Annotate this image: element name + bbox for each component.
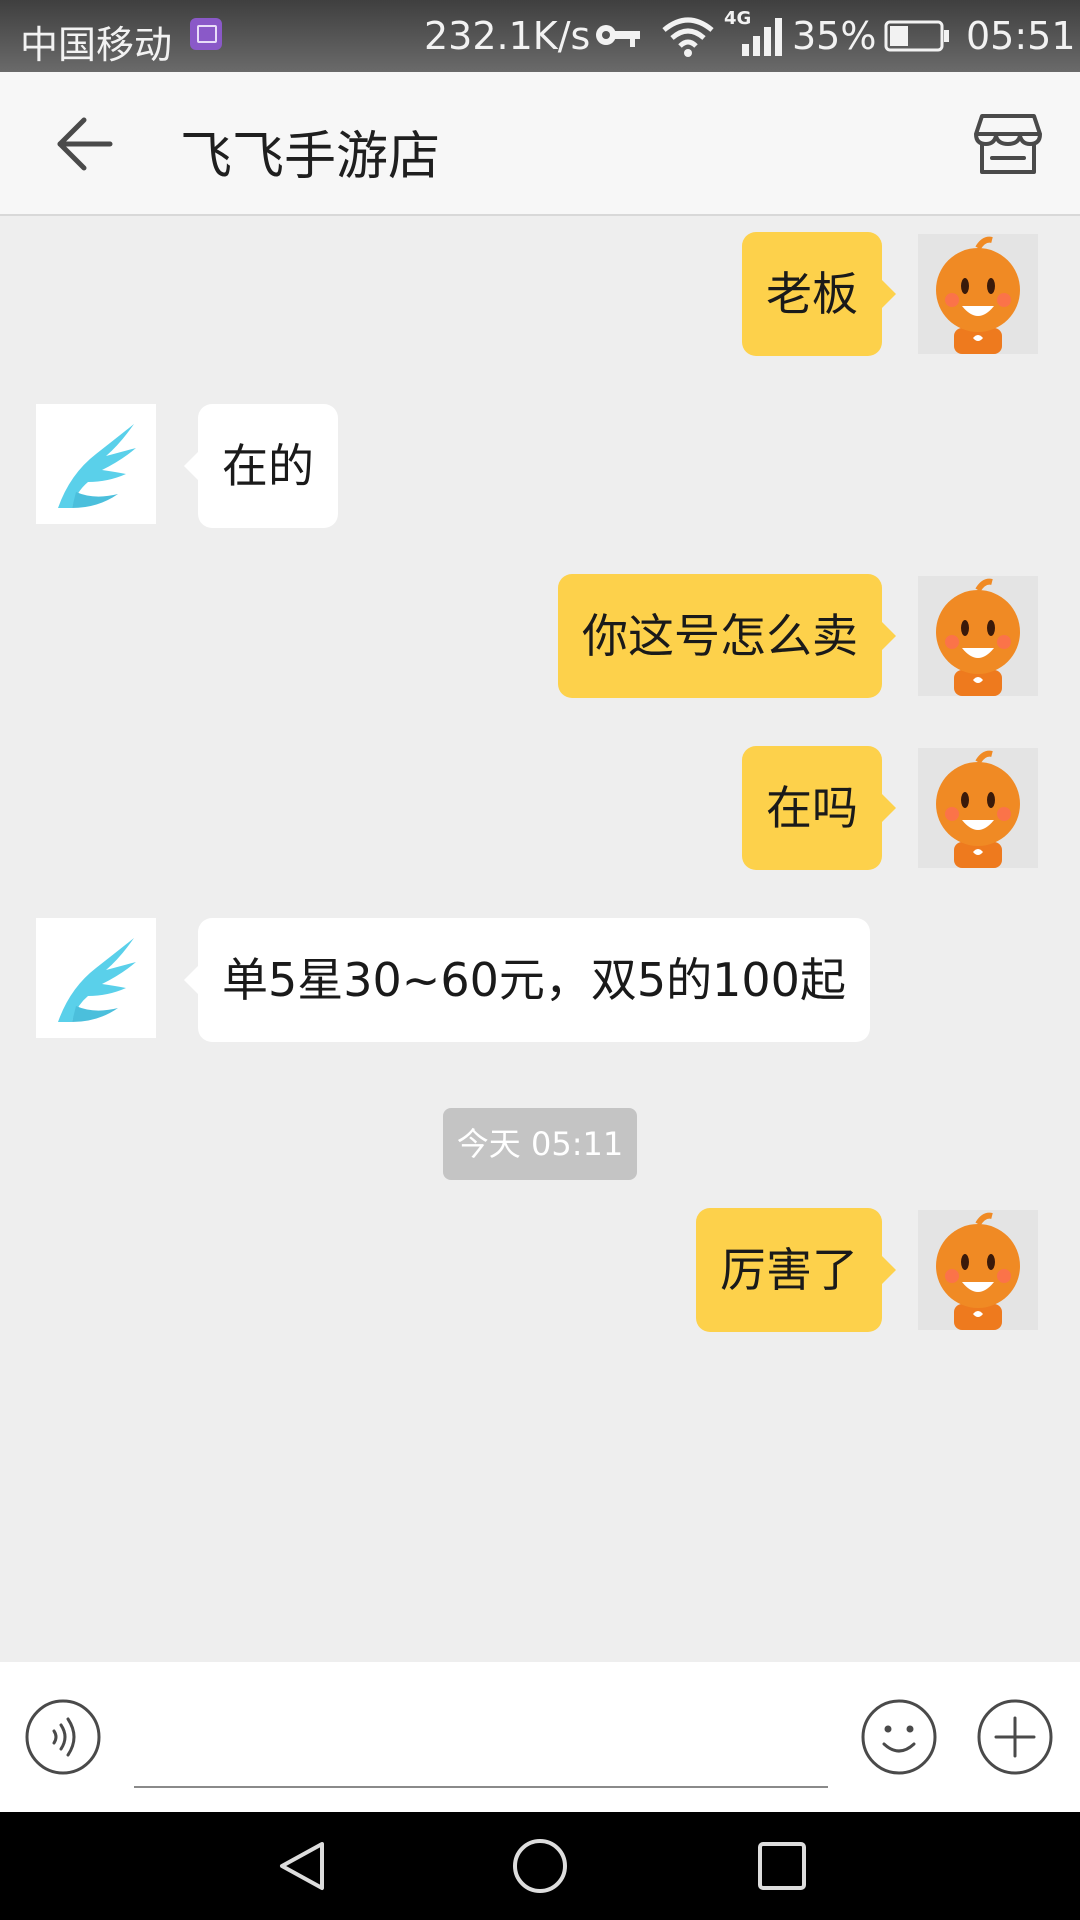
chat-timestamp: 今天 05:11 — [443, 1108, 637, 1180]
emoji-icon[interactable] — [860, 1698, 938, 1776]
message-text: 单5星30~60元，双5的100起 — [222, 953, 846, 1007]
title-bar: 飞飞手游店 — [0, 72, 1080, 216]
sim-card-icon — [190, 18, 222, 50]
message-input[interactable] — [134, 1692, 828, 1788]
input-bar — [0, 1662, 1080, 1812]
message-bubble-outgoing[interactable]: 你这号怎么卖 — [558, 574, 896, 698]
fairy-tail-logo-icon — [58, 938, 136, 1022]
orange-mascot-icon — [936, 1212, 1020, 1330]
my-avatar[interactable] — [918, 748, 1038, 868]
chat-message-list[interactable]: 老板 在的 你这号怎么卖 在吗 单5星30~60元，双5的100起 今天 05:… — [0, 216, 1080, 1662]
voice-icon[interactable] — [24, 1698, 102, 1776]
storefront-icon[interactable] — [972, 110, 1044, 178]
my-avatar[interactable] — [918, 1210, 1038, 1330]
fairy-tail-logo-icon — [58, 424, 136, 508]
message-text: 你这号怎么卖 — [582, 609, 858, 663]
message-bubble-outgoing[interactable]: 厉害了 — [696, 1208, 896, 1332]
wifi-icon — [662, 17, 714, 57]
my-avatar[interactable] — [918, 576, 1038, 696]
plus-icon[interactable] — [976, 1698, 1054, 1776]
signal-icon — [742, 18, 782, 56]
arrow-left-icon[interactable] — [50, 112, 120, 176]
message-bubble-incoming[interactable]: 单5星30~60元，双5的100起 — [184, 918, 870, 1042]
orange-mascot-icon — [936, 578, 1020, 696]
shop-avatar[interactable] — [36, 918, 156, 1038]
clock: 05:51 — [966, 14, 1076, 58]
message-text: 在吗 — [766, 781, 858, 835]
orange-mascot-icon — [936, 750, 1020, 868]
nav-home-icon[interactable] — [510, 1836, 570, 1896]
battery-percent: 35% — [792, 14, 877, 58]
message-bubble-outgoing[interactable]: 在吗 — [742, 746, 896, 870]
message-text: 在的 — [222, 439, 314, 493]
my-avatar[interactable] — [918, 234, 1038, 354]
carrier-name: 中国移动 — [20, 23, 173, 67]
system-navigation-bar — [0, 1812, 1080, 1920]
nav-recent-apps-icon[interactable] — [752, 1836, 812, 1896]
status-bar: 中国移动 232.1K/s 4G 35% 05:51 — [0, 0, 1080, 72]
nav-back-icon[interactable] — [272, 1836, 332, 1896]
key-icon — [596, 25, 640, 47]
message-text: 厉害了 — [720, 1243, 858, 1297]
message-bubble-incoming[interactable]: 在的 — [184, 404, 338, 528]
message-bubble-outgoing[interactable]: 老板 — [742, 232, 896, 356]
battery-icon — [884, 20, 949, 52]
message-text: 老板 — [766, 267, 858, 321]
shop-avatar[interactable] — [36, 404, 156, 524]
orange-mascot-icon — [936, 236, 1020, 354]
network-speed: 232.1K/s — [424, 14, 591, 58]
page-title: 飞飞手游店 — [180, 127, 441, 187]
